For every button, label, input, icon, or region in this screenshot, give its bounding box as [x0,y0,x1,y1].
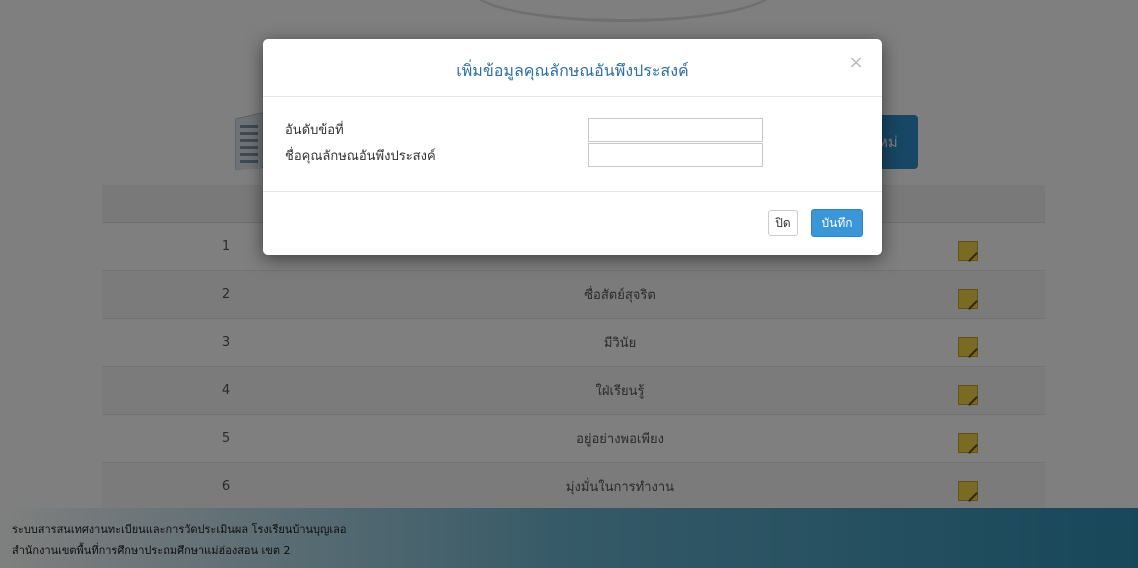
close-button[interactable]: ปิด [768,210,798,236]
save-button[interactable]: บันทึก [811,209,863,237]
order-input[interactable] [588,118,763,142]
add-attribute-modal: เพิ่มข้อมูลคุณลักษณอันพึงประสงค์ × อันดั… [263,39,882,255]
attribute-name-label: ชื่อคุณลักษณอันพึงประสงค์ [285,149,436,164]
modal-header: เพิ่มข้อมูลคุณลักษณอันพึงประสงค์ × [263,39,882,97]
modal-title: เพิ่มข้อมูลคุณลักษณอันพึงประสงค์ [456,61,689,80]
modal-footer: ปิด บันทึก [263,191,882,256]
close-icon[interactable]: × [846,53,866,73]
attribute-name-input[interactable] [588,143,763,167]
order-label: อันดับข้อที่ [285,123,344,138]
